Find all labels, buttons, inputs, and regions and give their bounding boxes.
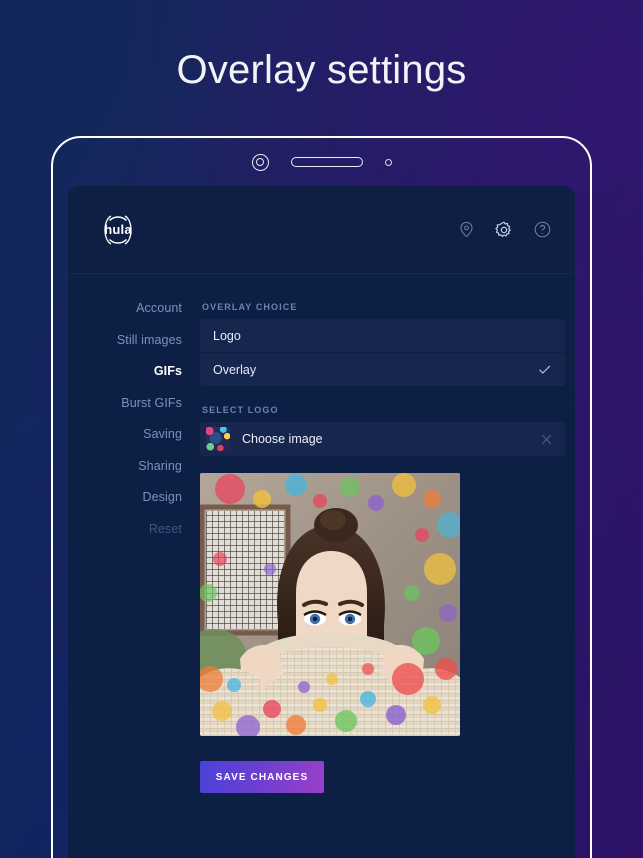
close-x-icon[interactable] — [539, 432, 554, 447]
header-icon-group — [455, 219, 553, 241]
sidebar-item-sharing[interactable]: Sharing — [68, 459, 182, 492]
camera-icon — [251, 153, 269, 171]
sidebar-item-still-images[interactable]: Still images — [68, 333, 182, 366]
overlay-option-logo[interactable]: Logo — [200, 319, 565, 352]
choose-image-row[interactable]: Choose image — [200, 422, 565, 456]
page-title: Overlay settings — [176, 48, 467, 92]
save-button-wrap: SAVE CHANGES — [200, 761, 460, 793]
logo-wordmark: hula — [104, 222, 132, 237]
overlay-option-overlay-label: Overlay — [213, 362, 257, 377]
sidebar-item-gifs[interactable]: GIFs — [68, 365, 182, 397]
camera-lens-inner — [256, 158, 264, 166]
location-pin-icon[interactable] — [455, 219, 477, 241]
save-changes-button[interactable]: SAVE CHANGES — [200, 761, 324, 793]
select-logo-label: SELECT LOGO — [202, 405, 279, 415]
sidebar-item-design[interactable]: Design — [68, 491, 182, 523]
overlay-option-logo-label: Logo — [213, 328, 241, 343]
sidebar-item-account[interactable]: Account — [68, 302, 182, 334]
app-window: hula Account Still images GIFs Burst GIF… — [68, 186, 575, 858]
gear-icon[interactable] — [493, 219, 515, 241]
overlay-choice-list: Logo Overlay — [200, 319, 565, 386]
settings-content: OVERLAY CHOICE Logo Overlay SELECT LOGO … — [200, 302, 575, 793]
sidebar-item-burst-gifs[interactable]: Burst GIFs — [68, 396, 182, 429]
hula-logo[interactable]: hula — [98, 210, 138, 250]
sidebar-item-saving[interactable]: Saving — [68, 428, 182, 460]
speaker-grille-icon — [290, 157, 363, 167]
overlay-option-overlay[interactable]: Overlay — [200, 352, 565, 386]
sensor-dot-icon — [384, 158, 392, 166]
overlay-choice-label: OVERLAY CHOICE — [202, 302, 298, 312]
sidebar-item-reset[interactable]: Reset — [68, 522, 182, 555]
choose-image-label: Choose image — [242, 432, 323, 446]
overlay-preview-image — [200, 473, 460, 736]
settings-sidebar: Account Still images GIFs Burst GIFs Sav… — [68, 302, 200, 793]
tablet-bezel — [53, 138, 590, 186]
preview-illustration — [200, 473, 460, 736]
page-root: Overlay settings hula Account Still imag… — [0, 0, 643, 858]
app-body: Account Still images GIFs Burst GIFs Sav… — [68, 274, 575, 793]
app-header: hula — [68, 186, 575, 274]
help-icon[interactable] — [531, 219, 553, 241]
check-icon — [537, 362, 552, 377]
image-thumbnail — [206, 427, 230, 451]
